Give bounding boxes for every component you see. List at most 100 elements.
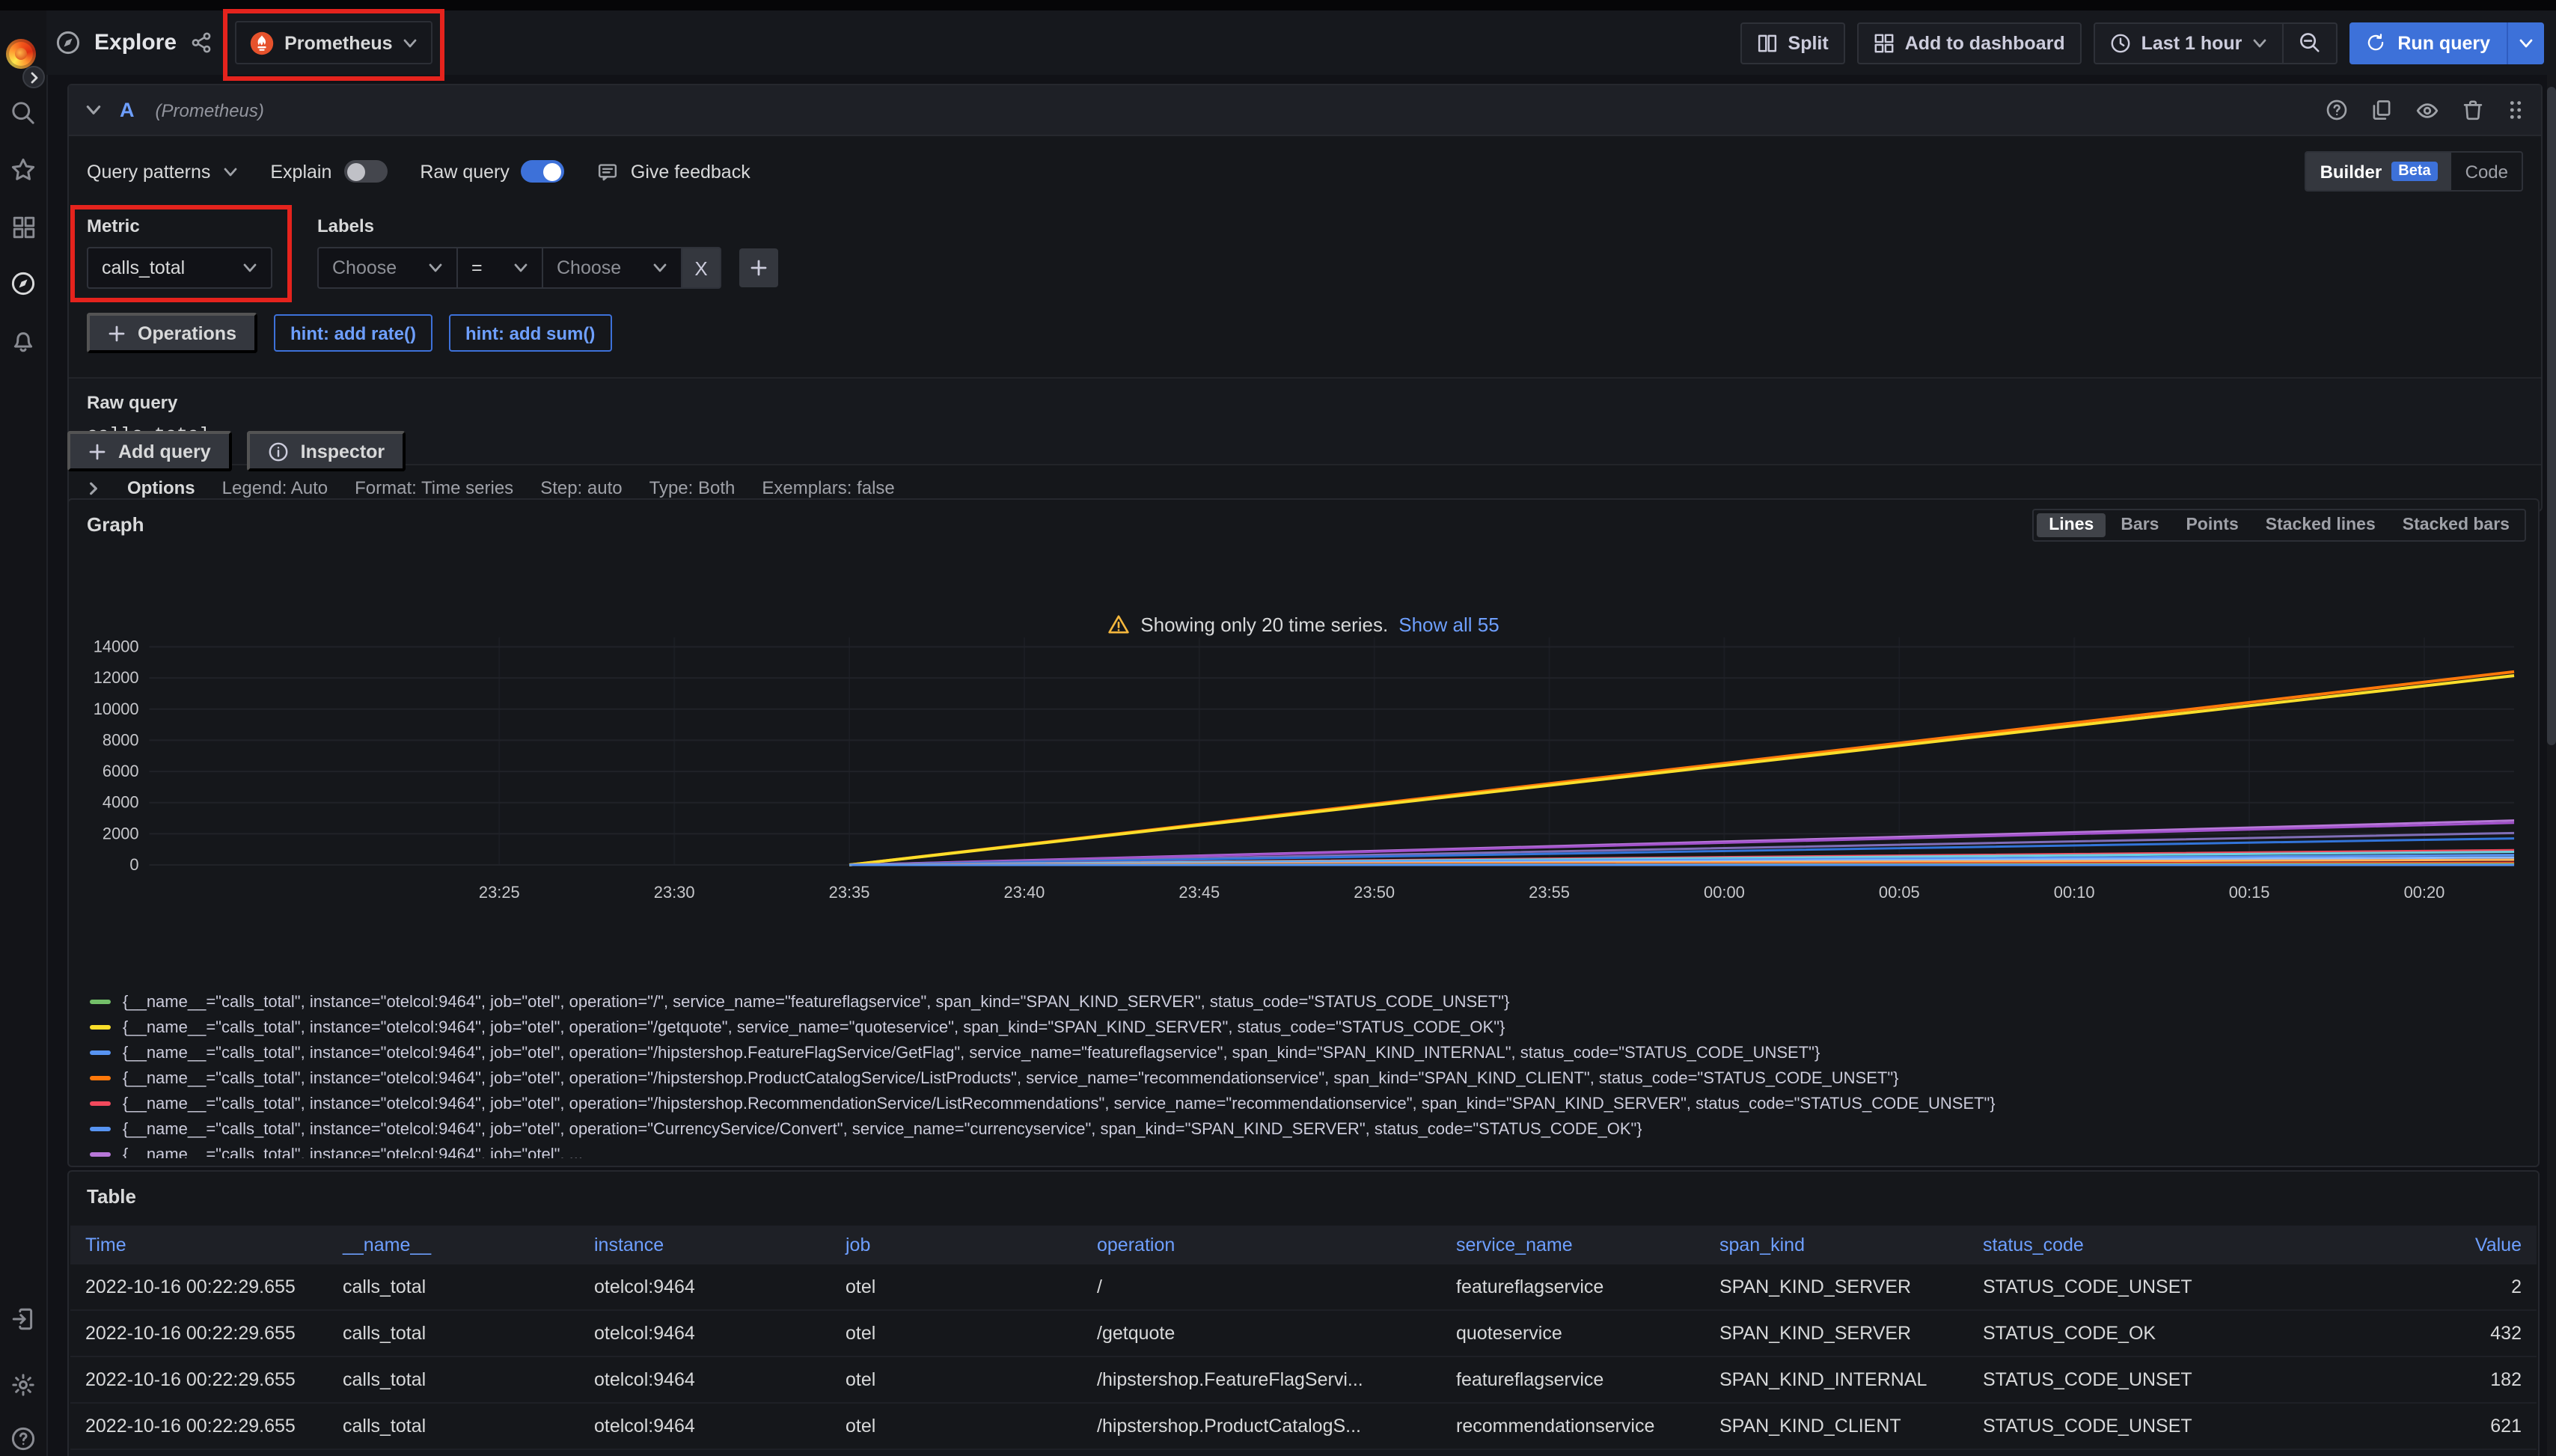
mode-tab-stacked-lines[interactable]: Stacked lines bbox=[2254, 513, 2388, 537]
operations-button[interactable]: Operations bbox=[87, 313, 257, 353]
column-header-operation[interactable]: operation bbox=[1082, 1235, 1441, 1255]
legend-item[interactable]: {__name__="calls_total", instance="otelc… bbox=[90, 1019, 2526, 1036]
time-picker-group: Last 1 hour bbox=[2094, 22, 2338, 64]
sidebar bbox=[0, 10, 48, 1456]
star-icon[interactable] bbox=[10, 157, 36, 183]
metric-select[interactable]: calls_total bbox=[87, 247, 272, 289]
mode-tab-bars[interactable]: Bars bbox=[2109, 513, 2171, 537]
add-label-filter-button[interactable] bbox=[739, 248, 778, 287]
table-cell: /getquote bbox=[1082, 1323, 1441, 1344]
legend-label: {__name__="calls_total", instance="otelc… bbox=[123, 1095, 1996, 1113]
bell-icon[interactable] bbox=[10, 328, 36, 353]
label-key-select[interactable]: Choose bbox=[317, 247, 456, 289]
svg-text:23:35: 23:35 bbox=[829, 883, 870, 902]
metric-label: Metric bbox=[87, 215, 272, 236]
scrollbar-thumb[interactable] bbox=[2547, 87, 2556, 745]
hide-response-icon[interactable] bbox=[2415, 98, 2439, 122]
options-legend: Legend: Auto bbox=[222, 477, 328, 498]
table-row[interactable]: 2022-10-16 00:22:29.655calls_totalotelco… bbox=[70, 1357, 2537, 1404]
label-operator-select[interactable]: = bbox=[456, 247, 542, 289]
column-header-statuscode[interactable]: status_code bbox=[1968, 1235, 2231, 1255]
graph-legend: {__name__="calls_total", instance="otelc… bbox=[90, 994, 2526, 1158]
hint-add-sum-button[interactable]: hint: add sum() bbox=[449, 314, 611, 352]
inspector-button[interactable]: Inspector bbox=[247, 431, 406, 471]
table-cell: 2022-10-16 00:22:29.655 bbox=[70, 1369, 328, 1390]
svg-text:23:40: 23:40 bbox=[1004, 883, 1045, 902]
page-scrollbar[interactable] bbox=[2547, 75, 2556, 1456]
builder-mode-button[interactable]: Builder Beta bbox=[2307, 153, 2452, 190]
remove-label-filter-button[interactable]: X bbox=[681, 247, 721, 289]
svg-text:00:15: 00:15 bbox=[2229, 883, 2270, 902]
grafana-logo[interactable] bbox=[6, 39, 36, 69]
legend-item[interactable]: {__name__="calls_total", instance="otelc… bbox=[90, 1070, 2526, 1086]
datasource-picker[interactable]: Prometheus bbox=[235, 21, 433, 64]
legend-item[interactable]: {__name__="calls_total", instance="otelc… bbox=[90, 1044, 2526, 1061]
table-panel-title: Table bbox=[87, 1185, 136, 1208]
results-table: Time__name__instancejoboperationservice_… bbox=[70, 1226, 2537, 1456]
copy-query-icon[interactable] bbox=[2370, 99, 2393, 121]
gear-icon[interactable] bbox=[10, 1372, 36, 1398]
compass-icon[interactable] bbox=[10, 271, 36, 296]
sign-in-icon[interactable] bbox=[10, 1306, 36, 1332]
table-row[interactable]: 2022-10-16 00:22:29.655calls_totalotelco… bbox=[70, 1450, 2537, 1456]
mode-tab-stacked-bars[interactable]: Stacked bars bbox=[2391, 513, 2522, 537]
column-header-value[interactable]: Value bbox=[2231, 1235, 2537, 1255]
time-series-chart[interactable]: 23:2523:3023:3523:4023:4523:5023:5500:00… bbox=[81, 628, 2523, 910]
svg-text:00:05: 00:05 bbox=[1879, 883, 1920, 902]
column-header-servicename[interactable]: service_name bbox=[1441, 1235, 1704, 1255]
graph-panel: Graph Lines Bars Points Stacked lines St… bbox=[67, 498, 2540, 1167]
legend-swatch bbox=[90, 1127, 111, 1132]
svg-text:8000: 8000 bbox=[103, 730, 139, 749]
add-to-dashboard-button[interactable]: Add to dashboard bbox=[1857, 22, 2082, 64]
label-value-select[interactable]: Choose bbox=[542, 247, 681, 289]
table-row[interactable]: 2022-10-16 00:22:29.655calls_totalotelco… bbox=[70, 1264, 2537, 1311]
help-icon[interactable] bbox=[10, 1426, 36, 1452]
time-range-button[interactable]: Last 1 hour bbox=[2095, 23, 2283, 62]
zoom-out-button[interactable] bbox=[2282, 23, 2336, 62]
options-type: Type: Both bbox=[649, 477, 736, 498]
apps-icon[interactable] bbox=[10, 214, 36, 239]
query-patterns-dropdown[interactable]: Query patterns bbox=[87, 161, 237, 182]
column-header-name[interactable]: __name__ bbox=[328, 1235, 579, 1255]
query-help-icon[interactable] bbox=[2326, 99, 2348, 121]
table-header-row: Time__name__instancejoboperationservice_… bbox=[70, 1226, 2537, 1264]
column-header-spankind[interactable]: span_kind bbox=[1704, 1235, 1968, 1255]
operations-label: Operations bbox=[138, 322, 236, 343]
share-icon[interactable] bbox=[190, 31, 213, 54]
sidebar-expand-button[interactable] bbox=[22, 66, 45, 88]
table-row[interactable]: 2022-10-16 00:22:29.655calls_totalotelco… bbox=[70, 1311, 2537, 1357]
table-cell: 432 bbox=[2231, 1323, 2537, 1344]
table-cell: /hipstershop.FeatureFlagServi... bbox=[1082, 1369, 1441, 1390]
table-row[interactable]: 2022-10-16 00:22:29.655calls_totalotelco… bbox=[70, 1404, 2537, 1450]
legend-label: {__name__="calls_total", instance="otelc… bbox=[123, 1018, 1505, 1036]
column-header-job[interactable]: job bbox=[831, 1235, 1082, 1255]
give-feedback-link[interactable]: Give feedback bbox=[598, 161, 750, 182]
raw-query-toggle-label: Raw query bbox=[420, 161, 510, 182]
raw-query-toggle[interactable] bbox=[522, 160, 565, 183]
search-icon[interactable] bbox=[10, 100, 36, 126]
legend-item[interactable]: {__name__="calls_total", instance="otelc… bbox=[90, 1095, 2526, 1112]
legend-swatch bbox=[90, 1076, 111, 1081]
split-button[interactable]: Split bbox=[1740, 22, 1845, 64]
column-header-time[interactable]: Time bbox=[70, 1235, 328, 1255]
query-row-header[interactable]: A (Prometheus) bbox=[69, 85, 2541, 136]
hint-add-rate-button[interactable]: hint: add rate() bbox=[274, 314, 432, 352]
mode-tab-lines[interactable]: Lines bbox=[2037, 513, 2106, 537]
query-toolbar: Query patterns Explain Raw query Give fe… bbox=[69, 136, 2541, 198]
code-mode-button[interactable]: Code bbox=[2452, 153, 2522, 190]
explain-toggle[interactable] bbox=[343, 160, 387, 183]
svg-text:00:10: 00:10 bbox=[2054, 883, 2095, 902]
column-header-instance[interactable]: instance bbox=[579, 1235, 831, 1255]
legend-item[interactable]: {__name__="calls_total", instance="otelc… bbox=[90, 1146, 2526, 1158]
mode-tab-points[interactable]: Points bbox=[2174, 513, 2250, 537]
drag-handle-icon[interactable] bbox=[2507, 99, 2525, 121]
run-query-button[interactable]: Run query bbox=[2349, 22, 2544, 64]
query-editor-card: A (Prometheus) Query patterns Explain Ra… bbox=[67, 84, 2543, 512]
legend-item[interactable]: {__name__="calls_total", instance="otelc… bbox=[90, 994, 2526, 1010]
legend-item[interactable]: {__name__="calls_total", instance="otelc… bbox=[90, 1121, 2526, 1137]
remove-query-icon[interactable] bbox=[2462, 99, 2484, 121]
svg-text:23:55: 23:55 bbox=[1529, 883, 1570, 902]
add-query-button[interactable]: Add query bbox=[67, 431, 232, 471]
run-query-dropdown[interactable] bbox=[2507, 22, 2544, 64]
screen: Explore Prometheus Split bbox=[0, 0, 2556, 1456]
